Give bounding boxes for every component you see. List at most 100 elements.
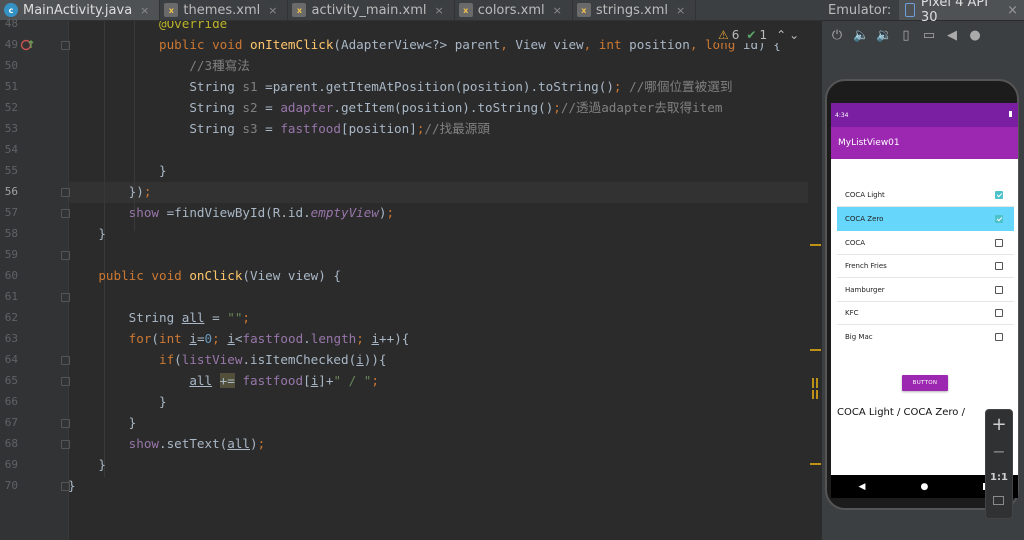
warning-mark[interactable] <box>816 390 818 399</box>
line-number: 51 <box>4 80 18 93</box>
line-number: 56 <box>4 185 18 198</box>
rotate-left-icon[interactable]: ▯ <box>899 28 913 43</box>
list-item[interactable]: Hamburger <box>837 278 1014 302</box>
code-line: } <box>68 478 76 493</box>
tab-strings-xml[interactable]: x strings.xml × <box>573 0 697 20</box>
warning-mark[interactable] <box>810 349 821 351</box>
line-number: 63 <box>4 332 18 345</box>
code-line: String all = ""; <box>68 310 250 325</box>
code-line: } <box>68 415 137 430</box>
warning-mark[interactable] <box>812 378 814 388</box>
zoom-out-icon[interactable]: − <box>986 442 1012 461</box>
result-text: COCA Light / COCA Zero / <box>837 407 965 418</box>
checkbox[interactable] <box>995 214 1003 223</box>
line-number: 69 <box>4 458 18 471</box>
inspection-widget[interactable]: ⚠ 6 ✔ 1 ⌃ ⌄ <box>716 27 802 43</box>
back-icon[interactable]: ◀ <box>945 28 959 43</box>
app-button[interactable]: BUTTON <box>902 375 948 391</box>
list-item[interactable]: COCA Zero <box>837 207 1014 231</box>
checkbox[interactable] <box>995 238 1003 247</box>
rotate-right-icon[interactable]: ▭ <box>922 28 936 43</box>
volume-up-icon[interactable]: 🔈 <box>853 28 869 43</box>
code-editor[interactable]: @Override public void onItemClick(Adapte… <box>68 21 808 540</box>
line-number: 61 <box>4 290 18 303</box>
error-stripe[interactable] <box>808 21 822 540</box>
code-line: String s1 =parent.getItemAtPosition(posi… <box>68 79 733 94</box>
tab-colors-xml[interactable]: x colors.xml × <box>455 0 573 20</box>
code-line: //3種寫法 <box>189 58 250 73</box>
line-number: 60 <box>4 269 18 282</box>
close-icon[interactable]: × <box>1007 3 1018 18</box>
override-method-icon[interactable] <box>20 37 36 53</box>
list-item[interactable]: COCA Light <box>837 183 1014 207</box>
xml-file-icon: x <box>458 3 473 17</box>
checkbox[interactable] <box>995 261 1003 270</box>
line-number: 57 <box>4 206 18 219</box>
code-line: }); <box>68 184 152 199</box>
close-icon[interactable]: × <box>435 4 444 17</box>
list-item-label: COCA Zero <box>845 214 884 223</box>
code-line: public void onClick(View view) { <box>98 268 341 283</box>
line-number: 58 <box>4 227 18 240</box>
checkbox[interactable] <box>995 332 1003 341</box>
list-item[interactable]: KFC <box>837 301 1014 325</box>
checkbox[interactable] <box>995 190 1003 199</box>
list-item[interactable]: Big Mac <box>837 325 1014 348</box>
checkbox[interactable] <box>995 308 1003 317</box>
line-number: 49 <box>4 38 18 51</box>
app-title: MyListView01 <box>838 138 900 148</box>
home-icon[interactable]: ● <box>968 28 982 43</box>
warning-mark[interactable] <box>816 378 818 388</box>
warning-mark[interactable] <box>810 463 821 465</box>
code-line: } <box>68 394 167 409</box>
list-item-label: Hamburger <box>845 285 885 294</box>
checkbox[interactable] <box>995 285 1003 294</box>
code-line: show.setText(all); <box>128 436 266 451</box>
prev-highlight-icon[interactable]: ⌃ <box>776 28 786 42</box>
xml-file-icon: x <box>576 3 591 17</box>
line-number: 64 <box>4 353 18 366</box>
code-line: show =findViewById(R.id.emptyView); <box>128 205 395 220</box>
emulator-device-tab[interactable]: Pixel 4 API 30 × <box>898 0 1024 25</box>
app-bar: MyListView01 <box>831 127 1018 159</box>
tab-label: activity_main.xml <box>311 2 427 18</box>
battery-icon <box>1009 111 1012 117</box>
tab-themes-xml[interactable]: x themes.xml × <box>160 0 289 20</box>
code-line: String s2 = adapter.getItem(position).to… <box>68 100 723 115</box>
list-item[interactable]: French Fries <box>837 254 1014 278</box>
editor-tab-bar: c MainActivity.java × x themes.xml × x a… <box>0 0 822 21</box>
line-number: 70 <box>4 479 18 492</box>
line-number: 67 <box>4 416 18 429</box>
list-item[interactable]: COCA <box>837 231 1014 255</box>
line-number: 54 <box>4 143 18 156</box>
tab-activity-main-xml[interactable]: x activity_main.xml × <box>288 0 455 20</box>
next-highlight-icon[interactable]: ⌄ <box>789 28 799 42</box>
volume-down-icon[interactable]: 🔉 <box>876 28 892 43</box>
line-number: 62 <box>4 311 18 324</box>
emulator-controls: ⏻ 🔈 🔉 ▯ ▭ ◀ ● <box>822 21 1024 49</box>
warning-mark[interactable] <box>810 244 821 246</box>
line-number: 59 <box>4 248 18 261</box>
line-number: 50 <box>4 59 18 72</box>
line-number: 52 <box>4 101 18 114</box>
check-icon: ✔ <box>746 28 757 42</box>
power-icon[interactable]: ⏻ <box>830 28 844 43</box>
nav-back-icon[interactable]: ◀ <box>859 482 866 492</box>
warning-mark[interactable] <box>812 390 814 399</box>
nav-home-icon[interactable]: ● <box>921 482 929 492</box>
zoom-fit-icon[interactable] <box>993 496 1004 505</box>
list-item-label: COCA <box>845 238 866 247</box>
close-icon[interactable]: × <box>553 4 562 17</box>
xml-file-icon: x <box>164 3 179 17</box>
close-icon[interactable]: × <box>676 4 685 17</box>
list-item-label: French Fries <box>845 261 887 270</box>
close-icon[interactable]: × <box>140 4 149 17</box>
line-number: 65 <box>4 374 18 387</box>
tab-mainactivity-java[interactable]: c MainActivity.java × <box>0 0 161 20</box>
zoom-in-icon[interactable]: + <box>986 414 1012 435</box>
check-count: 1 <box>759 28 768 42</box>
device-icon <box>904 3 915 17</box>
editor-gutter: 48 49 50 51 52 53 54 55 56 57 58 59 60 6… <box>0 17 70 540</box>
zoom-actual-size-button[interactable]: 1:1 <box>986 472 1012 483</box>
close-icon[interactable]: × <box>268 4 277 17</box>
